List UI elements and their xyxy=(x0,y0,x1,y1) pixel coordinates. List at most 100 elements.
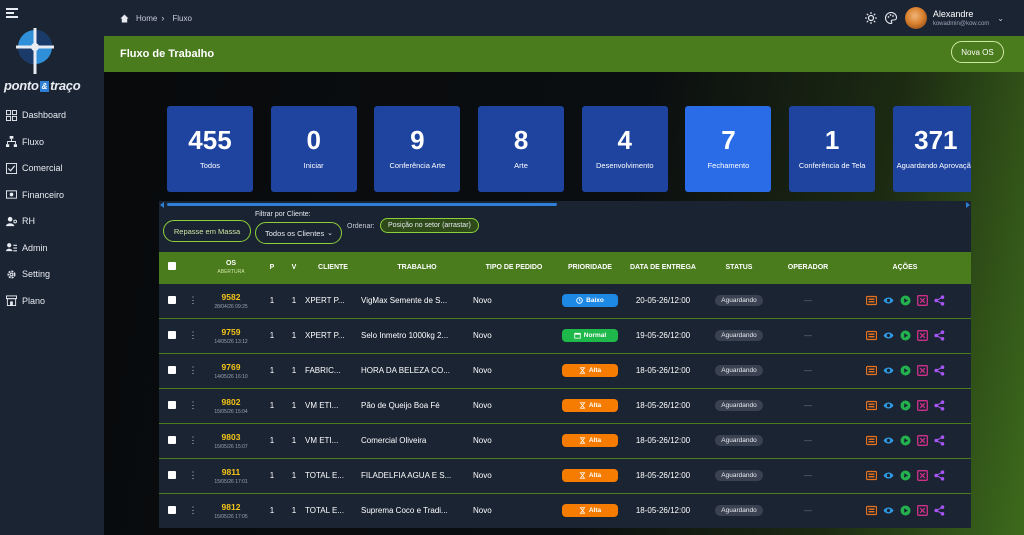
column-cliente[interactable]: CLIENTE xyxy=(305,252,361,283)
play-icon[interactable] xyxy=(900,470,911,481)
play-icon[interactable] xyxy=(900,400,911,411)
card-icon[interactable] xyxy=(865,365,877,376)
column-v[interactable]: V xyxy=(283,252,305,283)
avatar[interactable] xyxy=(904,7,927,29)
sidebar-item-dashboard[interactable]: Dashboard xyxy=(0,102,104,129)
scroll-left-arrow-icon[interactable] xyxy=(160,202,164,208)
breadcrumb-home[interactable]: Home xyxy=(136,14,157,23)
column-status[interactable]: STATUS xyxy=(701,252,777,283)
sun-icon[interactable] xyxy=(864,12,877,24)
sidebar-item-comercial[interactable]: Comercial xyxy=(0,155,104,182)
bulk-transfer-button[interactable]: Repasse em Massa xyxy=(163,220,251,242)
share-icon[interactable] xyxy=(933,295,945,306)
cards-scrollbar[interactable] xyxy=(159,201,971,209)
column-prioridade[interactable]: PRIORIDADE xyxy=(555,252,625,283)
table-row[interactable]: ⋮ 9812 15/05/26 17:05 1 1 TOTAL E... Suprema C… xyxy=(159,493,971,528)
os-number[interactable]: 9582 xyxy=(201,292,261,302)
priority-badge[interactable]: Alta xyxy=(562,364,618,377)
stage-card[interactable]: 7 Fechamento xyxy=(685,106,772,192)
table-row[interactable]: ⋮ 9802 15/05/26 15:04 1 1 VM ETI... Pão de Que… xyxy=(159,388,971,423)
close-box-icon[interactable] xyxy=(916,435,928,446)
eye-icon[interactable] xyxy=(883,505,894,516)
eye-icon[interactable] xyxy=(883,295,894,306)
row-checkbox[interactable] xyxy=(168,330,176,339)
os-cell[interactable]: 9759 14/05/26 13:12 xyxy=(201,318,261,353)
close-box-icon[interactable] xyxy=(916,470,928,481)
sidebar-item-setting[interactable]: Setting xyxy=(0,261,104,288)
palette-icon[interactable] xyxy=(884,12,897,24)
eye-icon[interactable] xyxy=(883,365,894,376)
eye-icon[interactable] xyxy=(883,435,894,446)
row-checkbox[interactable] xyxy=(168,400,176,409)
os-number[interactable]: 9759 xyxy=(201,327,261,337)
row-checkbox[interactable] xyxy=(168,435,176,444)
scroll-right-arrow-icon[interactable] xyxy=(966,202,970,208)
table-row[interactable]: ⋮ 9769 14/05/26 16:10 1 1 FABRIC... HORA DA BE… xyxy=(159,353,971,388)
card-icon[interactable] xyxy=(865,505,877,516)
sidebar-item-plano[interactable]: Plano xyxy=(0,288,104,315)
row-menu-icon[interactable]: ⋮ xyxy=(185,388,201,423)
stage-card[interactable]: 371 Aguardando Aprovação xyxy=(892,106,971,192)
share-icon[interactable] xyxy=(933,470,945,481)
card-icon[interactable] xyxy=(865,470,877,481)
share-icon[interactable] xyxy=(933,365,945,376)
row-checkbox[interactable] xyxy=(168,470,176,479)
column-operador[interactable]: OPERADOR xyxy=(777,252,839,283)
os-number[interactable]: 9811 xyxy=(201,467,261,477)
sidebar-item-rh[interactable]: RH xyxy=(0,208,104,235)
eye-icon[interactable] xyxy=(883,330,894,341)
menu-toggle-icon[interactable] xyxy=(6,8,18,18)
stage-card[interactable]: 1 Conferência de Tela xyxy=(789,106,876,192)
sidebar-item-fluxo[interactable]: Fluxo xyxy=(0,129,104,156)
eye-icon[interactable] xyxy=(883,470,894,481)
share-icon[interactable] xyxy=(933,505,945,516)
os-cell[interactable]: 9812 15/05/26 17:05 xyxy=(201,493,261,528)
row-menu-icon[interactable]: ⋮ xyxy=(185,458,201,493)
row-menu-icon[interactable]: ⋮ xyxy=(185,318,201,353)
table-row[interactable]: ⋮ 9811 15/05/26 17:01 1 1 TOTAL E... FILADELFI… xyxy=(159,458,971,493)
select-all-checkbox[interactable] xyxy=(168,262,176,271)
card-icon[interactable] xyxy=(865,435,877,446)
os-number[interactable]: 9769 xyxy=(201,362,261,372)
client-filter-select[interactable]: Todos os Clientes ⌄ xyxy=(255,222,342,244)
priority-badge[interactable]: Alta xyxy=(562,434,618,447)
column-tipo[interactable]: TIPO DE PEDIDO xyxy=(473,252,555,283)
row-menu-icon[interactable]: ⋮ xyxy=(185,353,201,388)
row-menu-icon[interactable]: ⋮ xyxy=(185,423,201,458)
card-icon[interactable] xyxy=(865,330,877,341)
order-select[interactable]: Posição no setor (arrastar) xyxy=(380,218,479,233)
priority-badge[interactable]: Baixo xyxy=(562,294,618,307)
row-checkbox[interactable] xyxy=(168,505,176,514)
column-trabalho[interactable]: TRABALHO xyxy=(361,252,473,283)
stage-card[interactable]: 0 Iniciar xyxy=(270,106,357,192)
card-icon[interactable] xyxy=(865,400,877,411)
share-icon[interactable] xyxy=(933,330,945,341)
play-icon[interactable] xyxy=(900,295,911,306)
priority-badge[interactable]: Alta xyxy=(562,504,618,518)
os-number[interactable]: 9812 xyxy=(201,502,261,512)
os-number[interactable]: 9803 xyxy=(201,432,261,442)
chevron-down-icon[interactable]: ⌄ xyxy=(997,14,1004,23)
os-number[interactable]: 9802 xyxy=(201,397,261,407)
share-icon[interactable] xyxy=(933,435,945,446)
table-row[interactable]: ⋮ 9759 14/05/26 13:12 1 1 XPERT P... Selo Inme… xyxy=(159,318,971,353)
close-box-icon[interactable] xyxy=(916,505,928,517)
table-row[interactable]: ⋮ 9582 28/04/26 09:25 1 1 XPERT P... VigMax Se… xyxy=(159,283,971,318)
sidebar-item-financeiro[interactable]: Financeiro xyxy=(0,182,104,209)
card-icon[interactable] xyxy=(865,295,877,306)
play-icon[interactable] xyxy=(900,505,911,516)
table-row[interactable]: ⋮ 9803 15/05/26 15:07 1 1 VM ETI... Comercial … xyxy=(159,423,971,458)
row-checkbox[interactable] xyxy=(168,365,176,374)
share-icon[interactable] xyxy=(933,400,945,411)
stage-card[interactable]: 455 Todos xyxy=(167,106,253,192)
stage-card[interactable]: 4 Desenvolvimento xyxy=(581,106,668,192)
os-cell[interactable]: 9811 15/05/26 17:01 xyxy=(201,458,261,493)
os-cell[interactable]: 9803 15/05/26 15:07 xyxy=(201,423,261,458)
eye-icon[interactable] xyxy=(883,400,894,411)
close-box-icon[interactable] xyxy=(916,295,928,306)
stage-card[interactable]: 9 Conferência Arte xyxy=(374,106,461,192)
play-icon[interactable] xyxy=(900,365,911,376)
row-checkbox[interactable] xyxy=(168,295,176,304)
stage-card[interactable]: 8 Arte xyxy=(478,106,565,192)
os-cell[interactable]: 9582 28/04/26 09:25 xyxy=(201,283,261,318)
